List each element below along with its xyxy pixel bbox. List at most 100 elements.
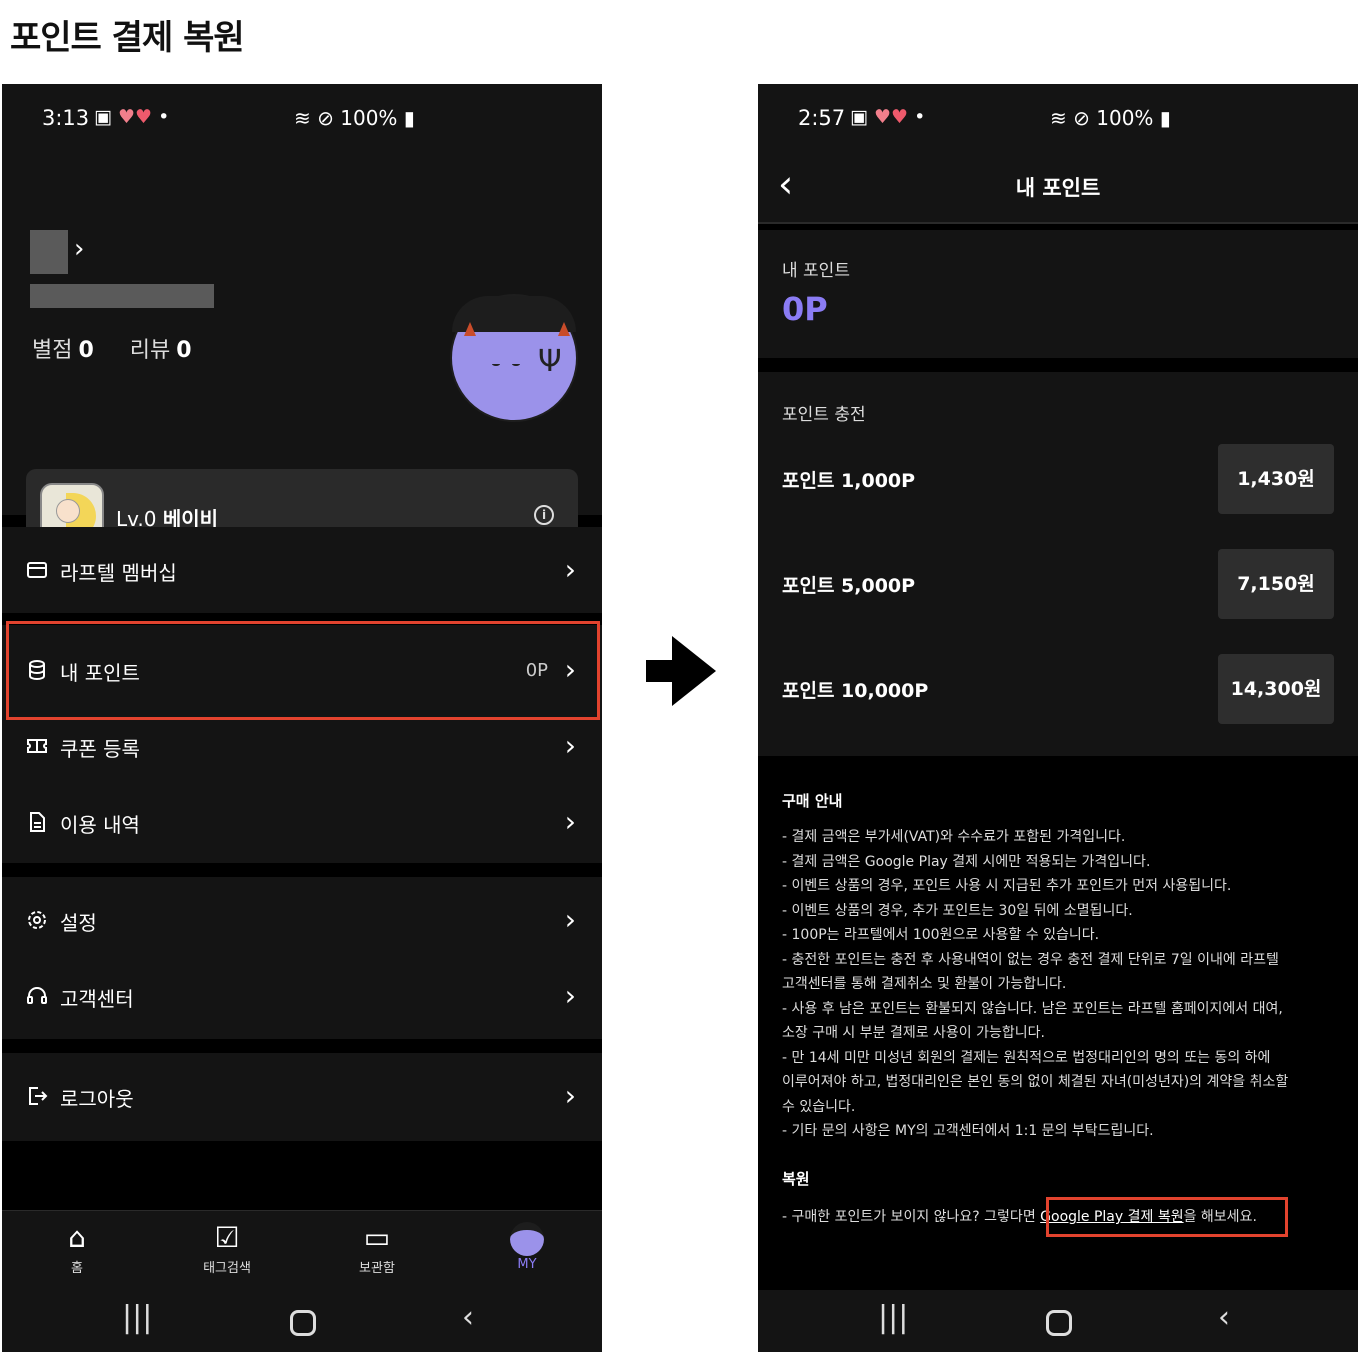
status-time: 3:13 [42, 106, 90, 130]
dnd-icon: ⊘ [1073, 106, 1090, 130]
page-title: 포인트 결제 복원 [10, 18, 245, 58]
charge-row: 포인트 5,000P 7,150원 [758, 549, 1358, 619]
menu-item-support[interactable]: 고객센터 › [2, 959, 602, 1035]
header: ‹ 내 포인트 [758, 154, 1358, 222]
points-value: 0P [782, 290, 828, 328]
chevron-right-icon[interactable]: › [74, 234, 84, 264]
system-nav-bar: ||| ‹ [2, 1290, 602, 1352]
dot-icon: • [914, 106, 926, 128]
notification-icons: ▣ ♥♥ • [94, 106, 169, 128]
restore-title: 복원 [782, 1170, 810, 1188]
notice-line: - 만 14세 미만 미성년 회원의 결제는 원칙적으로 법정대리인의 명의 또… [782, 1049, 1271, 1066]
chevron-right-icon: › [564, 1079, 576, 1112]
menu-item-settings[interactable]: 설정 › [2, 883, 602, 959]
notice-line: - 이벤트 상품의 경우, 포인트 사용 시 지급된 추가 포인트가 먼저 사용… [782, 878, 1232, 894]
avatar[interactable]: Ψ [450, 294, 578, 422]
image-icon: ▣ [94, 106, 112, 128]
nav-tag-search[interactable]: ☑ 태그검색 [177, 1221, 277, 1276]
document-icon [30, 812, 45, 832]
recents-icon[interactable]: ||| [122, 1300, 152, 1335]
menu-label-logout: 로그아웃 [60, 1087, 134, 1111]
arrow-right-icon [646, 636, 716, 706]
home-button-icon[interactable] [1046, 1310, 1072, 1336]
back-nav-icon[interactable]: ‹ [462, 1300, 474, 1335]
status-bar: 3:13 ▣ ♥♥ • ≋ ⊘ 100% ▮ [2, 84, 602, 154]
nav-label-my: MY [517, 1257, 537, 1272]
inbox-icon: ▭ [363, 1221, 391, 1254]
battery-icon: ▮ [403, 106, 415, 130]
chevron-right-icon: › [564, 979, 576, 1012]
image-icon: ▣ [850, 106, 868, 128]
wifi-icon: ≋ [294, 106, 311, 130]
notice-line: 수 있습니다. [782, 1098, 856, 1115]
nav-my[interactable]: MY [477, 1221, 577, 1272]
menu-item-history[interactable]: 이용 내역 › [2, 785, 602, 861]
notice-line: 이루어져야 하고, 법정대리인은 본인 동의 없이 체결된 자녀(미성년자)의 … [782, 1074, 1289, 1090]
charge-row: 포인트 10,000P 14,300원 [758, 654, 1358, 724]
notice-line: 고객센터를 통해 결제취소 및 환불이 가능합니다. [782, 976, 1067, 992]
home-button-icon[interactable] [290, 1310, 316, 1336]
heart-icon: ♥ [891, 106, 909, 128]
menu-label-membership: 라프텔 멤버십 [60, 561, 177, 585]
info-icon[interactable]: i [534, 505, 554, 525]
dnd-icon: ⊘ [317, 106, 334, 130]
notice-line: - 이벤트 상품의 경우, 추가 포인트는 30일 뒤에 소멸됩니다. [782, 902, 1133, 919]
points-balance-card: 내 포인트 0P [758, 230, 1358, 358]
package-name: 포인트 1,000P [782, 470, 916, 492]
trident-icon: Ψ [538, 344, 562, 379]
checkbox-icon: ☑ [214, 1221, 240, 1254]
card-icon [27, 562, 47, 578]
heart-icon: ♥ [135, 106, 153, 128]
ticket-icon [27, 739, 47, 753]
headset-icon [27, 987, 47, 1004]
menu-group-settings: 설정 › 고객센터 › [2, 877, 602, 1039]
highlight-my-points [6, 621, 600, 720]
highlight-restore-link [1046, 1197, 1288, 1237]
reviews-label: 리뷰 [129, 338, 171, 363]
chevron-right-icon: › [564, 553, 576, 586]
battery-percent: 100% [1096, 106, 1154, 130]
menu-item-coupon[interactable]: 쿠폰 등록 › [2, 709, 602, 785]
status-bar: 2:57 ▣ ♥♥ • ≋ ⊘ 100% ▮ [758, 84, 1358, 154]
reviews-count: 0 [176, 338, 192, 363]
purchase-notice: 구매 안내 - 결제 금액은 부가세(VAT)와 수수료가 포함된 가격입니다.… [782, 790, 1334, 1144]
notice-line: - 결제 금액은 Google Play 결제 시에만 적용되는 가격입니다. [782, 853, 1151, 870]
price-button[interactable]: 1,430원 [1218, 444, 1334, 514]
price-button[interactable]: 7,150원 [1218, 549, 1334, 619]
heart-icon: ♥ [118, 106, 136, 128]
gear-icon [28, 911, 46, 929]
nav-home[interactable]: ⌂ 홈 [27, 1221, 127, 1276]
menu-label-support: 고객센터 [60, 987, 134, 1011]
points-label: 내 포인트 [782, 261, 850, 281]
chevron-right-icon: › [564, 729, 576, 762]
menu-label-coupon: 쿠폰 등록 [60, 737, 140, 761]
redacted-username[interactable] [30, 230, 68, 274]
notification-icons: ▣ ♥♥ • [850, 106, 925, 128]
menu-group-logout: 로그아웃 › [2, 1053, 602, 1141]
package-name: 포인트 5,000P [782, 575, 916, 597]
redacted-user-id [30, 284, 214, 308]
chevron-right-icon: › [564, 805, 576, 838]
charge-section: 포인트 충전 포인트 1,000P 1,430원 포인트 5,000P 7,15… [758, 372, 1358, 756]
wifi-icon: ≋ [1050, 106, 1067, 130]
system-nav-bar: ||| ‹ [758, 1290, 1358, 1352]
charge-row: 포인트 1,000P 1,430원 [758, 444, 1358, 514]
nav-storage[interactable]: ▭ 보관함 [327, 1221, 427, 1276]
battery-percent: 100% [340, 106, 398, 130]
logout-icon [29, 1087, 48, 1105]
profile-stats: 별점 0 리뷰 0 [32, 332, 192, 364]
menu-item-logout[interactable]: 로그아웃 › [2, 1059, 602, 1135]
back-nav-icon[interactable]: ‹ [1218, 1300, 1230, 1335]
recents-icon[interactable]: ||| [878, 1300, 908, 1335]
price-button[interactable]: 14,300원 [1218, 654, 1334, 724]
notice-line: 소장 구매 시 부분 결제로 사용이 가능합니다. [782, 1025, 1045, 1041]
menu-item-membership[interactable]: 라프텔 멤버십 › [2, 533, 602, 609]
menu-label-settings: 설정 [60, 911, 97, 935]
avatar-icon [510, 1222, 544, 1256]
stars-label: 별점 [32, 338, 73, 363]
notice-line: - 결제 금액은 부가세(VAT)와 수수료가 포함된 가격입니다. [782, 829, 1126, 845]
nav-label-storage: 보관함 [359, 1261, 395, 1276]
battery-icon: ▮ [1159, 106, 1171, 130]
home-icon: ⌂ [68, 1221, 86, 1254]
header-title: 내 포인트 [1015, 176, 1101, 200]
